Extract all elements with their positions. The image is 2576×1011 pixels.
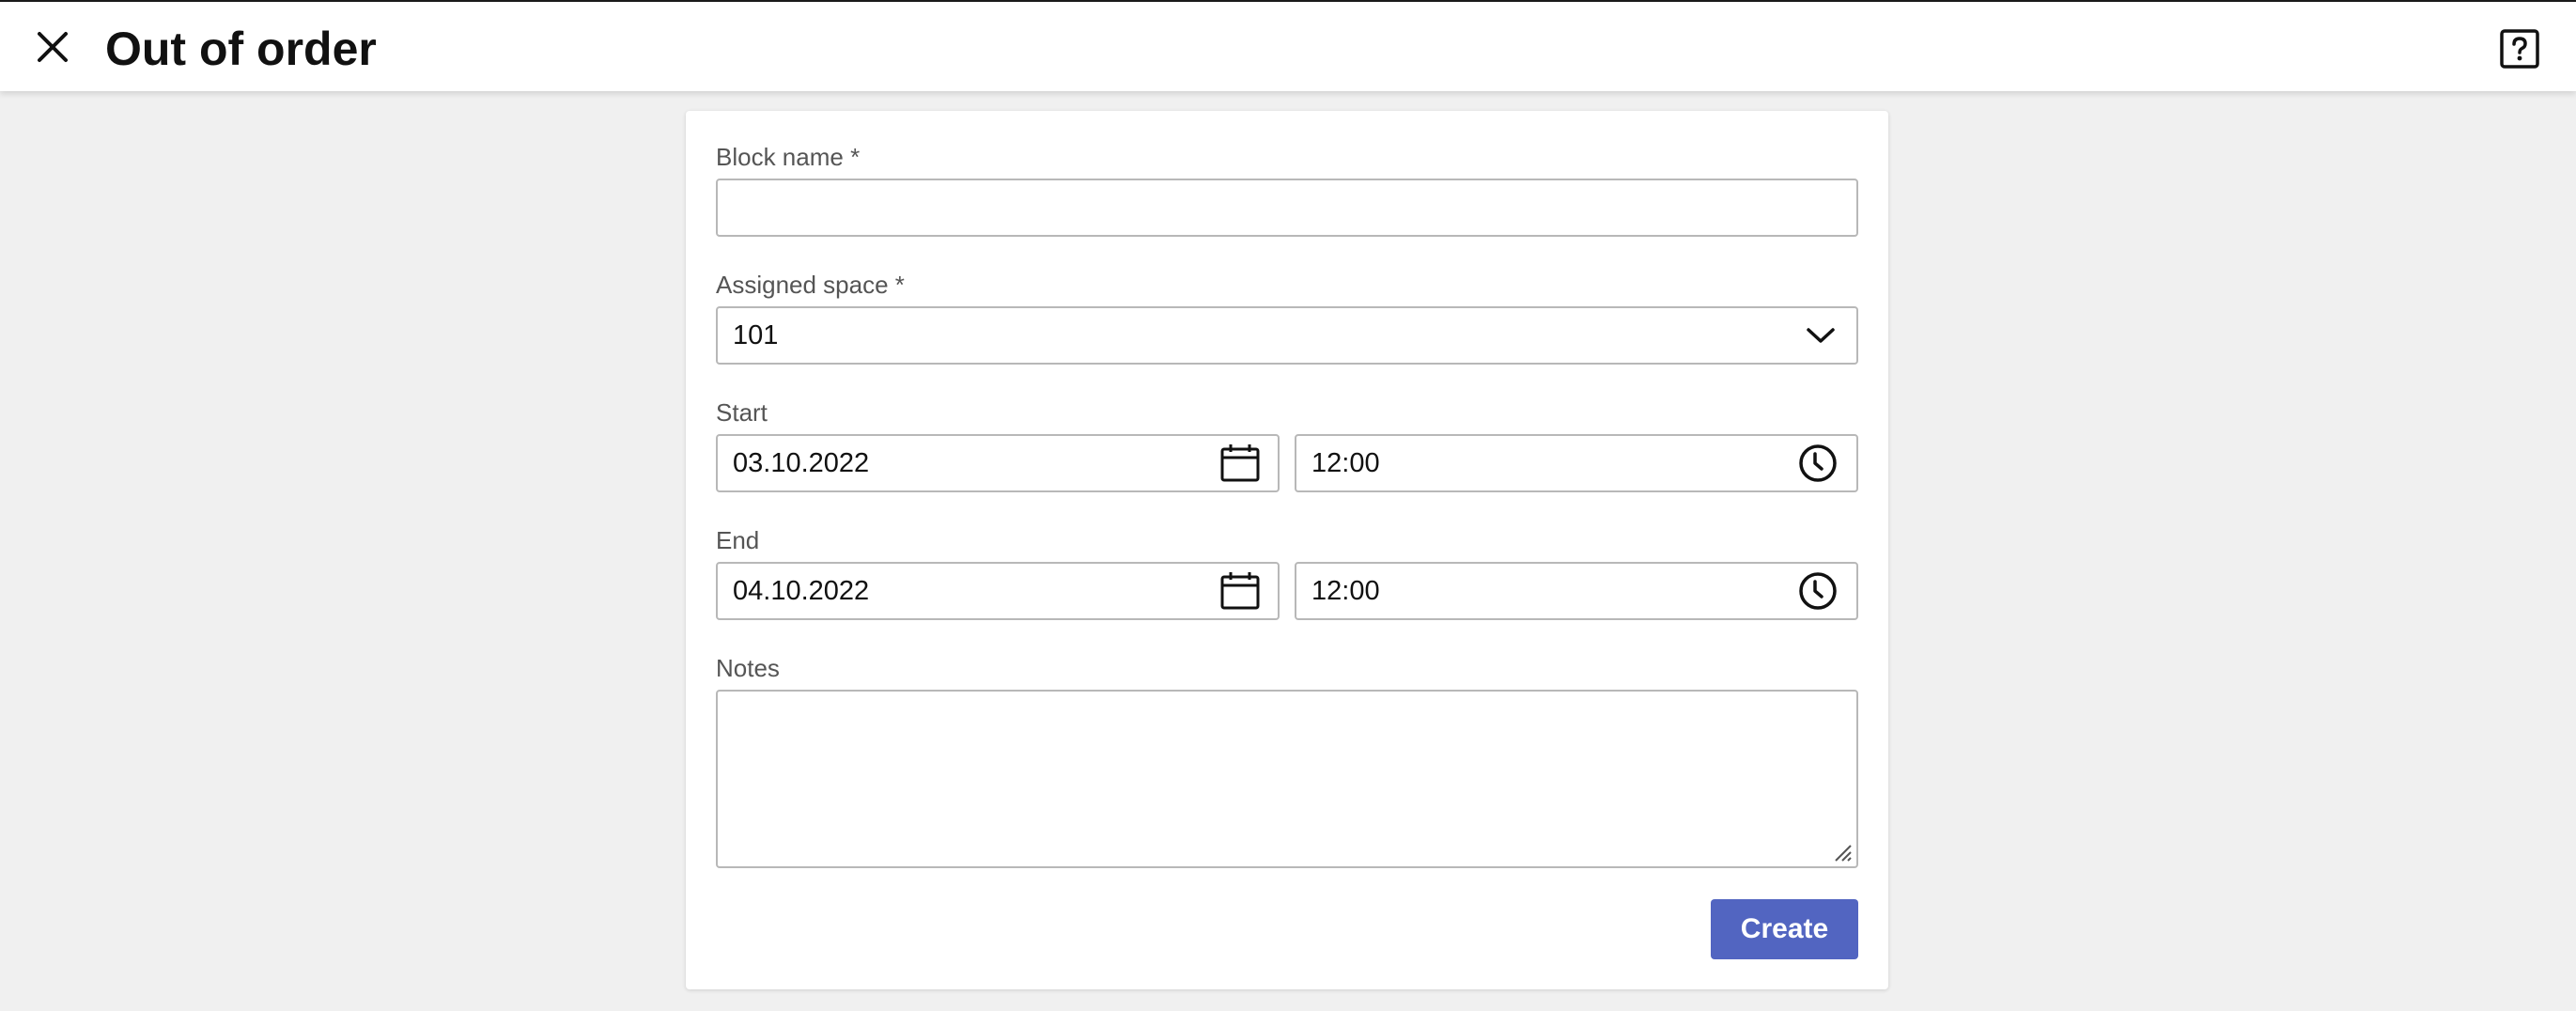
create-button[interactable]: Create xyxy=(1711,899,1858,959)
end-time-input[interactable]: 12:00 xyxy=(1295,562,1858,620)
end-time-value: 12:00 xyxy=(1311,576,1380,606)
assigned-space-label: Assigned space * xyxy=(716,271,905,299)
out-of-order-form: Block name * Assigned space * 101 Start … xyxy=(686,111,1888,989)
calendar-icon[interactable] xyxy=(1219,443,1261,483)
end-date-value: 04.10.2022 xyxy=(733,576,870,606)
start-time-input[interactable]: 12:00 xyxy=(1295,434,1858,492)
resize-handle-icon[interactable] xyxy=(1832,842,1853,863)
start-time-value: 12:00 xyxy=(1311,448,1380,478)
help-icon xyxy=(2500,29,2539,69)
end-label: End xyxy=(716,526,760,554)
help-button[interactable] xyxy=(2499,28,2540,70)
notes-textarea[interactable] xyxy=(716,690,1858,868)
clock-icon[interactable] xyxy=(1798,571,1838,611)
clock-icon[interactable] xyxy=(1798,443,1838,483)
close-button[interactable] xyxy=(28,23,77,71)
block-name-label: Block name * xyxy=(716,143,861,171)
page-title: Out of order xyxy=(105,23,377,75)
start-date-input[interactable]: 03.10.2022 xyxy=(716,434,1280,492)
close-icon xyxy=(38,32,68,62)
start-label: Start xyxy=(716,398,768,427)
start-date-value: 03.10.2022 xyxy=(733,448,870,478)
top-bar: Out of order xyxy=(0,0,2576,91)
assigned-space-select[interactable]: 101 xyxy=(716,306,1858,365)
calendar-icon[interactable] xyxy=(1219,571,1261,611)
chevron-down-icon xyxy=(1806,326,1836,345)
block-name-input[interactable] xyxy=(716,179,1858,237)
assigned-space-value: 101 xyxy=(733,320,779,350)
notes-label: Notes xyxy=(716,654,780,682)
end-date-input[interactable]: 04.10.2022 xyxy=(716,562,1280,620)
